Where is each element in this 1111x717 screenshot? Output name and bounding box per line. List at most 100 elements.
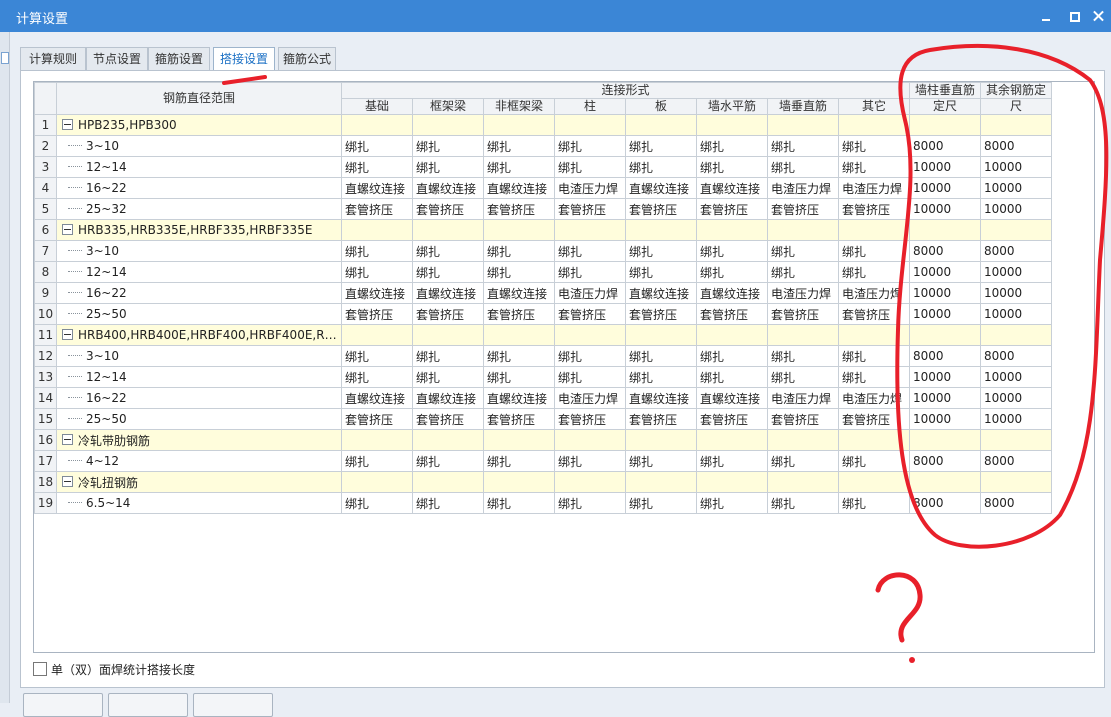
diameter-range-cell[interactable]: 6.5~14 <box>56 492 342 514</box>
connection-type-cell[interactable]: 套管挤压 <box>767 303 839 325</box>
connection-type-cell[interactable]: 绑扎 <box>767 135 839 157</box>
collapse-toggle-icon[interactable] <box>62 328 73 340</box>
connection-type-cell[interactable]: 电渣压力焊 <box>767 177 839 199</box>
rebar-group-row[interactable]: 11 HRB400,HRB400E,HRBF400,HRBF400E,RR... <box>34 324 1052 346</box>
connection-type-cell[interactable] <box>554 324 626 346</box>
stock-length-cell[interactable]: 10000 <box>909 366 981 388</box>
stock-length-cell[interactable]: 10000 <box>980 408 1052 430</box>
diameter-range-cell[interactable]: 12~14 <box>56 261 342 283</box>
tab-stirrup-formula[interactable]: 箍筋公式 <box>278 47 336 70</box>
connection-type-cell[interactable]: 绑扎 <box>341 261 413 283</box>
connection-type-cell[interactable]: 绑扎 <box>483 492 555 514</box>
rebar-group-row[interactable]: 6 HRB335,HRB335E,HRBF335,HRBF335E <box>34 219 1052 241</box>
connection-type-cell[interactable]: 绑扎 <box>341 345 413 367</box>
connection-type-cell[interactable]: 直螺纹连接 <box>483 282 555 304</box>
connection-type-cell[interactable] <box>767 219 839 241</box>
connection-type-cell[interactable] <box>341 471 413 493</box>
connection-type-cell[interactable]: 直螺纹连接 <box>696 387 768 409</box>
connection-type-cell[interactable]: 电渣压力焊 <box>767 387 839 409</box>
connection-type-cell[interactable]: 绑扎 <box>412 261 484 283</box>
connection-type-cell[interactable]: 绑扎 <box>341 240 413 262</box>
stock-length-cell[interactable]: 10000 <box>909 303 981 325</box>
connection-type-cell[interactable]: 绑扎 <box>838 450 910 472</box>
stock-length-cell[interactable]: 8000 <box>980 240 1052 262</box>
tab-lap-settings[interactable]: 搭接设置 <box>213 47 275 71</box>
rebar-group-row[interactable]: 16 冷轧带肋钢筋 <box>34 429 1052 451</box>
stock-length-cell[interactable]: 8000 <box>980 450 1052 472</box>
table-row[interactable]: 19 6.5~14 绑扎 绑扎 绑扎 绑扎 绑扎 绑扎 绑扎 绑扎 8000 8000 <box>34 492 1052 514</box>
connection-type-cell[interactable]: 直螺纹连接 <box>625 282 697 304</box>
connection-type-cell[interactable]: 套管挤压 <box>554 303 626 325</box>
rebar-grade-cell[interactable]: HRB335,HRB335E,HRBF335,HRBF335E <box>56 219 342 241</box>
bottom-button-1[interactable] <box>23 693 103 717</box>
connection-type-cell[interactable]: 绑扎 <box>625 450 697 472</box>
connection-type-cell[interactable] <box>625 324 697 346</box>
connection-type-cell[interactable] <box>341 114 413 136</box>
connection-type-cell[interactable]: 绑扎 <box>412 492 484 514</box>
connection-type-cell[interactable]: 绑扎 <box>554 345 626 367</box>
connection-type-cell[interactable]: 绑扎 <box>696 240 768 262</box>
weld-checkbox[interactable] <box>33 662 47 676</box>
connection-type-cell[interactable]: 绑扎 <box>554 366 626 388</box>
table-row[interactable]: 17 4~12 绑扎 绑扎 绑扎 绑扎 绑扎 绑扎 绑扎 绑扎 8000 8000 <box>34 450 1052 472</box>
connection-type-cell[interactable] <box>341 324 413 346</box>
connection-type-cell[interactable]: 套管挤压 <box>554 408 626 430</box>
connection-type-cell[interactable] <box>625 429 697 451</box>
connection-type-cell[interactable]: 绑扎 <box>625 135 697 157</box>
connection-type-cell[interactable] <box>554 471 626 493</box>
connection-type-cell[interactable]: 套管挤压 <box>767 198 839 220</box>
connection-type-cell[interactable] <box>554 219 626 241</box>
stock-length-cell[interactable]: 10000 <box>909 261 981 283</box>
diameter-range-cell[interactable]: 16~22 <box>56 177 342 199</box>
stock-length-cell[interactable]: 10000 <box>909 156 981 178</box>
connection-type-cell[interactable]: 绑扎 <box>838 492 910 514</box>
connection-type-cell[interactable] <box>696 471 768 493</box>
connection-type-cell[interactable]: 直螺纹连接 <box>341 177 413 199</box>
diameter-range-cell[interactable]: 3~10 <box>56 135 342 157</box>
connection-type-cell[interactable]: 套管挤压 <box>625 303 697 325</box>
rebar-grade-cell[interactable]: HPB235,HPB300 <box>56 114 342 136</box>
stock-length-cell[interactable]: 10000 <box>980 177 1052 199</box>
connection-type-cell[interactable]: 绑扎 <box>767 156 839 178</box>
connection-type-cell[interactable]: 绑扎 <box>483 345 555 367</box>
connection-type-cell[interactable] <box>412 114 484 136</box>
connection-type-cell[interactable]: 绑扎 <box>838 135 910 157</box>
connection-type-cell[interactable]: 电渣压力焊 <box>554 387 626 409</box>
stock-length-cell[interactable] <box>909 324 981 346</box>
collapse-icon[interactable] <box>1 52 9 64</box>
connection-type-cell[interactable]: 绑扎 <box>341 135 413 157</box>
connection-type-cell[interactable]: 绑扎 <box>625 366 697 388</box>
maximize-icon[interactable] <box>1066 7 1084 25</box>
connection-type-cell[interactable]: 套管挤压 <box>341 303 413 325</box>
connection-type-cell[interactable]: 绑扎 <box>483 366 555 388</box>
stock-length-cell[interactable]: 8000 <box>980 492 1052 514</box>
connection-type-cell[interactable]: 绑扎 <box>412 345 484 367</box>
connection-type-cell[interactable] <box>625 114 697 136</box>
stock-length-cell[interactable] <box>980 471 1052 493</box>
stock-length-cell[interactable] <box>980 429 1052 451</box>
diameter-range-cell[interactable]: 3~10 <box>56 240 342 262</box>
connection-type-cell[interactable] <box>767 114 839 136</box>
connection-type-cell[interactable]: 直螺纹连接 <box>696 282 768 304</box>
stock-length-cell[interactable]: 8000 <box>980 135 1052 157</box>
connection-type-cell[interactable]: 套管挤压 <box>341 198 413 220</box>
connection-type-cell[interactable]: 直螺纹连接 <box>625 177 697 199</box>
connection-type-cell[interactable]: 绑扎 <box>696 156 768 178</box>
connection-type-cell[interactable]: 绑扎 <box>412 156 484 178</box>
connection-type-cell[interactable] <box>696 429 768 451</box>
collapse-toggle-icon[interactable] <box>62 223 73 235</box>
stock-length-cell[interactable]: 8000 <box>909 135 981 157</box>
table-row[interactable]: 2 3~10 绑扎 绑扎 绑扎 绑扎 绑扎 绑扎 绑扎 绑扎 8000 8000 <box>34 135 1052 157</box>
connection-type-cell[interactable] <box>412 471 484 493</box>
connection-type-cell[interactable]: 绑扎 <box>696 366 768 388</box>
connection-type-cell[interactable]: 绑扎 <box>767 240 839 262</box>
connection-type-cell[interactable]: 电渣压力焊 <box>838 387 910 409</box>
connection-type-cell[interactable]: 直螺纹连接 <box>696 177 768 199</box>
table-row[interactable]: 7 3~10 绑扎 绑扎 绑扎 绑扎 绑扎 绑扎 绑扎 绑扎 8000 8000 <box>34 240 1052 262</box>
connection-type-cell[interactable]: 绑扎 <box>838 240 910 262</box>
connection-type-cell[interactable]: 绑扎 <box>625 345 697 367</box>
table-row[interactable]: 13 12~14 绑扎 绑扎 绑扎 绑扎 绑扎 绑扎 绑扎 绑扎 10000 10000 <box>34 366 1052 388</box>
connection-type-cell[interactable] <box>483 429 555 451</box>
connection-type-cell[interactable] <box>838 114 910 136</box>
connection-type-cell[interactable]: 绑扎 <box>483 156 555 178</box>
